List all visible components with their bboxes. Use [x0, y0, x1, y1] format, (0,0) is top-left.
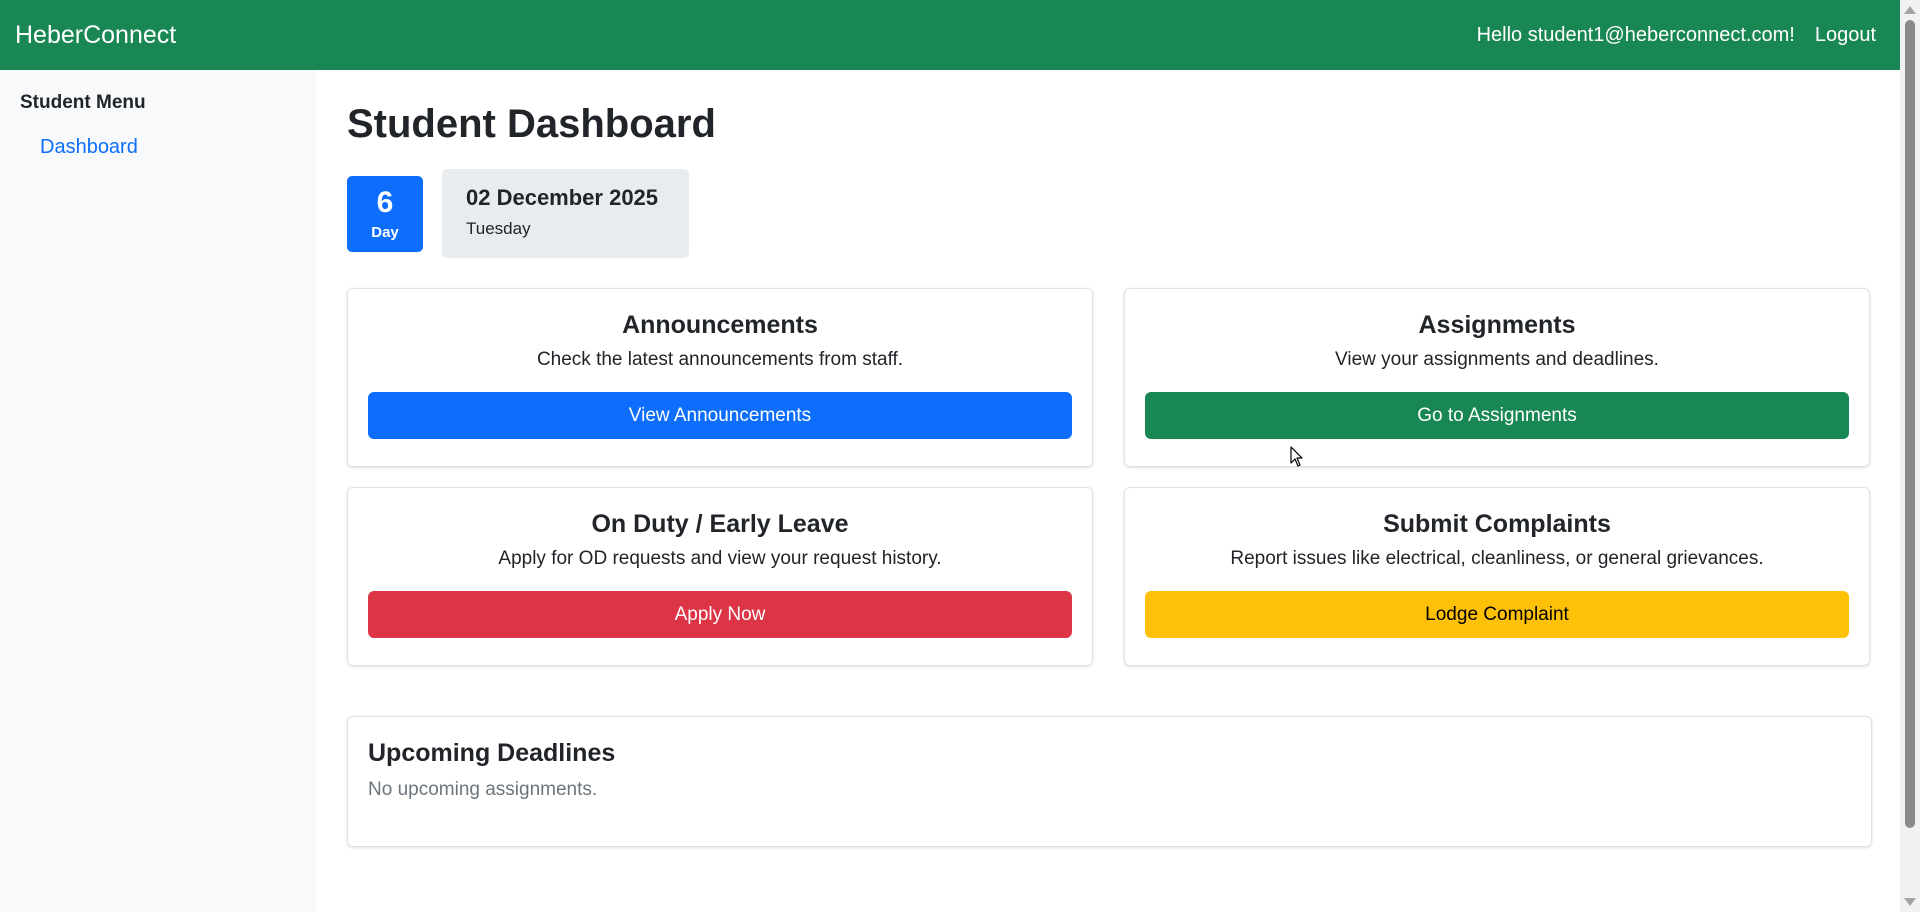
top-navbar: HeberConnect Hello student1@heberconnect…	[0, 0, 1900, 70]
day-badge: 6 Day	[347, 175, 423, 252]
card-description: View your assignments and deadlines.	[1335, 349, 1659, 370]
day-label: Day	[371, 224, 399, 241]
date-box: 02 December 2025 Tuesday	[442, 169, 689, 258]
current-weekday: Tuesday	[466, 219, 531, 238]
sidebar-item-dashboard[interactable]: Dashboard	[40, 136, 296, 159]
deadlines-empty-text: No upcoming assignments.	[368, 779, 598, 800]
card-description: Apply for OD requests and view your requ…	[498, 548, 942, 569]
card-description: Report issues like electrical, cleanline…	[1230, 548, 1764, 569]
navbar-user-area: Hello student1@heberconnect.com! Logout	[1477, 24, 1876, 47]
current-date: 02 December 2025	[466, 185, 659, 210]
page-title: Student Dashboard	[347, 102, 716, 146]
card-title: Assignments	[1418, 311, 1576, 339]
assignments-card: Assignments View your assignments and de…	[1124, 288, 1870, 467]
sidebar: Student Menu Dashboard	[0, 70, 316, 912]
brand-link[interactable]: HeberConnect	[15, 21, 176, 50]
scroll-down-arrow-icon[interactable]	[1904, 898, 1916, 906]
vertical-scrollbar[interactable]	[1900, 0, 1920, 912]
card-title: On Duty / Early Leave	[591, 510, 849, 538]
view-announcements-button[interactable]: View Announcements	[368, 392, 1072, 439]
card-description: Check the latest announcements from staf…	[536, 349, 904, 370]
sidebar-heading: Student Menu	[20, 92, 146, 113]
apply-now-button[interactable]: Apply Now	[368, 591, 1072, 638]
lodge-complaint-button[interactable]: Lodge Complaint	[1145, 591, 1849, 638]
day-number: 6	[376, 186, 394, 219]
user-greeting: Hello student1@heberconnect.com!	[1476, 23, 1795, 46]
scrollbar-thumb[interactable]	[1905, 20, 1915, 828]
announcements-card: Announcements Check the latest announcem…	[347, 288, 1093, 467]
go-to-assignments-button[interactable]: Go to Assignments	[1145, 392, 1849, 439]
card-title: Announcements	[622, 311, 818, 339]
mouse-cursor-icon	[1290, 446, 1303, 467]
upcoming-deadlines-card: Upcoming Deadlines No upcoming assignmen…	[347, 716, 1872, 847]
scroll-up-arrow-icon[interactable]	[1904, 6, 1916, 14]
logout-link[interactable]: Logout	[1815, 24, 1876, 47]
date-row: 6 Day 02 December 2025 Tuesday	[347, 169, 1869, 258]
feature-card-grid: Announcements Check the latest announcem…	[347, 288, 1872, 666]
deadlines-title: Upcoming Deadlines	[368, 739, 616, 767]
on-duty-card: On Duty / Early Leave Apply for OD reque…	[347, 487, 1093, 666]
card-title: Submit Complaints	[1383, 510, 1611, 538]
complaints-card: Submit Complaints Report issues like ele…	[1124, 487, 1870, 666]
